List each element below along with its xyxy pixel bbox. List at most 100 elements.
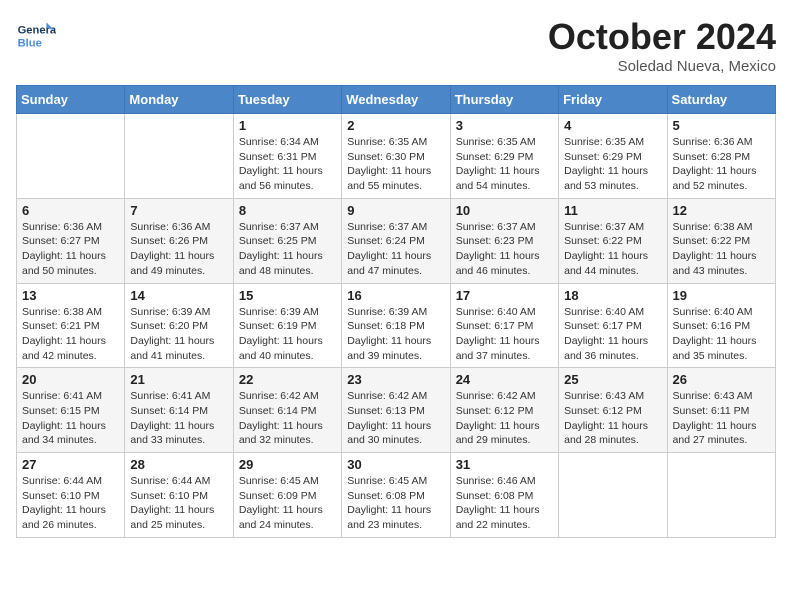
day-info: Sunrise: 6:36 AM Sunset: 6:28 PM Dayligh… <box>673 135 770 194</box>
day-info: Sunrise: 6:37 AM Sunset: 6:24 PM Dayligh… <box>347 220 444 279</box>
day-info: Sunrise: 6:34 AM Sunset: 6:31 PM Dayligh… <box>239 135 336 194</box>
day-info: Sunrise: 6:36 AM Sunset: 6:27 PM Dayligh… <box>22 220 119 279</box>
calendar-cell: 19 Sunrise: 6:40 AM Sunset: 6:16 PM Dayli… <box>667 283 775 368</box>
day-info: Sunrise: 6:38 AM Sunset: 6:21 PM Dayligh… <box>22 305 119 364</box>
day-number: 2 <box>347 118 444 133</box>
weekday-header-tuesday: Tuesday <box>233 86 341 114</box>
day-number: 26 <box>673 372 770 387</box>
title-block: October 2024 Soledad Nueva, Mexico <box>548 16 776 75</box>
calendar-cell: 28 Sunrise: 6:44 AM Sunset: 6:10 PM Dayli… <box>125 453 233 538</box>
day-info: Sunrise: 6:37 AM Sunset: 6:22 PM Dayligh… <box>564 220 661 279</box>
day-info: Sunrise: 6:36 AM Sunset: 6:26 PM Dayligh… <box>130 220 227 279</box>
calendar-week-row: 6 Sunrise: 6:36 AM Sunset: 6:27 PM Daylig… <box>17 198 776 283</box>
day-info: Sunrise: 6:37 AM Sunset: 6:25 PM Dayligh… <box>239 220 336 279</box>
calendar-cell: 23 Sunrise: 6:42 AM Sunset: 6:13 PM Dayli… <box>342 368 450 453</box>
calendar-cell: 25 Sunrise: 6:43 AM Sunset: 6:12 PM Dayli… <box>559 368 667 453</box>
logo: General Blue <box>16 16 60 56</box>
calendar-week-row: 27 Sunrise: 6:44 AM Sunset: 6:10 PM Dayli… <box>17 453 776 538</box>
day-number: 30 <box>347 457 444 472</box>
calendar-cell: 14 Sunrise: 6:39 AM Sunset: 6:20 PM Dayli… <box>125 283 233 368</box>
day-info: Sunrise: 6:44 AM Sunset: 6:10 PM Dayligh… <box>130 474 227 533</box>
day-number: 8 <box>239 203 336 218</box>
calendar-cell: 18 Sunrise: 6:40 AM Sunset: 6:17 PM Dayli… <box>559 283 667 368</box>
day-info: Sunrise: 6:39 AM Sunset: 6:18 PM Dayligh… <box>347 305 444 364</box>
day-info: Sunrise: 6:46 AM Sunset: 6:08 PM Dayligh… <box>456 474 553 533</box>
day-number: 20 <box>22 372 119 387</box>
day-number: 6 <box>22 203 119 218</box>
calendar-cell: 3 Sunrise: 6:35 AM Sunset: 6:29 PM Daylig… <box>450 114 558 199</box>
weekday-header-friday: Friday <box>559 86 667 114</box>
calendar-cell: 24 Sunrise: 6:42 AM Sunset: 6:12 PM Dayli… <box>450 368 558 453</box>
day-number: 3 <box>456 118 553 133</box>
day-number: 24 <box>456 372 553 387</box>
day-info: Sunrise: 6:43 AM Sunset: 6:11 PM Dayligh… <box>673 389 770 448</box>
calendar-cell: 27Sunrise: 6:44 AM Sunset: 6:10 PM Dayli… <box>17 453 125 538</box>
calendar-cell: 17Sunrise: 6:40 AM Sunset: 6:17 PM Dayli… <box>450 283 558 368</box>
day-number: 15 <box>239 288 336 303</box>
calendar-cell <box>559 453 667 538</box>
calendar-cell: 31Sunrise: 6:46 AM Sunset: 6:08 PM Dayli… <box>450 453 558 538</box>
day-info: Sunrise: 6:35 AM Sunset: 6:30 PM Dayligh… <box>347 135 444 194</box>
calendar-cell: 8 Sunrise: 6:37 AM Sunset: 6:25 PM Daylig… <box>233 198 341 283</box>
calendar-week-row: 13 Sunrise: 6:38 AM Sunset: 6:21 PM Dayli… <box>17 283 776 368</box>
calendar-cell: 9 Sunrise: 6:37 AM Sunset: 6:24 PM Daylig… <box>342 198 450 283</box>
day-number: 22 <box>239 372 336 387</box>
calendar-cell <box>17 114 125 199</box>
weekday-header-monday: Monday <box>125 86 233 114</box>
calendar-cell: 30 Sunrise: 6:45 AM Sunset: 6:08 PM Dayli… <box>342 453 450 538</box>
day-number: 25 <box>564 372 661 387</box>
day-number: 21 <box>130 372 227 387</box>
day-info: Sunrise: 6:37 AM Sunset: 6:23 PM Dayligh… <box>456 220 553 279</box>
day-number: 4 <box>564 118 661 133</box>
calendar-cell: 15 Sunrise: 6:39 AM Sunset: 6:19 PM Dayli… <box>233 283 341 368</box>
day-info: Sunrise: 6:40 AM Sunset: 6:17 PM Dayligh… <box>456 305 553 364</box>
day-info: Sunrise: 6:38 AM Sunset: 6:22 PM Dayligh… <box>673 220 770 279</box>
day-info: Sunrise: 6:35 AM Sunset: 6:29 PM Dayligh… <box>564 135 661 194</box>
calendar-week-row: 20Sunrise: 6:41 AM Sunset: 6:15 PM Dayli… <box>17 368 776 453</box>
calendar-cell: 4 Sunrise: 6:35 AM Sunset: 6:29 PM Daylig… <box>559 114 667 199</box>
calendar-cell: 16 Sunrise: 6:39 AM Sunset: 6:18 PM Dayli… <box>342 283 450 368</box>
day-info: Sunrise: 6:43 AM Sunset: 6:12 PM Dayligh… <box>564 389 661 448</box>
day-number: 13 <box>22 288 119 303</box>
day-info: Sunrise: 6:35 AM Sunset: 6:29 PM Dayligh… <box>456 135 553 194</box>
day-info: Sunrise: 6:41 AM Sunset: 6:14 PM Dayligh… <box>130 389 227 448</box>
calendar-cell: 7 Sunrise: 6:36 AM Sunset: 6:26 PM Daylig… <box>125 198 233 283</box>
svg-text:Blue: Blue <box>18 37 42 49</box>
day-info: Sunrise: 6:42 AM Sunset: 6:14 PM Dayligh… <box>239 389 336 448</box>
weekday-header-wednesday: Wednesday <box>342 86 450 114</box>
day-number: 9 <box>347 203 444 218</box>
calendar-cell: 10 Sunrise: 6:37 AM Sunset: 6:23 PM Dayli… <box>450 198 558 283</box>
day-number: 19 <box>673 288 770 303</box>
day-info: Sunrise: 6:40 AM Sunset: 6:17 PM Dayligh… <box>564 305 661 364</box>
day-info: Sunrise: 6:39 AM Sunset: 6:19 PM Dayligh… <box>239 305 336 364</box>
day-number: 28 <box>130 457 227 472</box>
calendar-cell: 5Sunrise: 6:36 AM Sunset: 6:28 PM Daylig… <box>667 114 775 199</box>
calendar-cell: 13 Sunrise: 6:38 AM Sunset: 6:21 PM Dayli… <box>17 283 125 368</box>
page-header: General Blue October 2024 Soledad Nueva,… <box>16 16 776 75</box>
day-number: 27 <box>22 457 119 472</box>
day-number: 10 <box>456 203 553 218</box>
day-number: 16 <box>347 288 444 303</box>
calendar-week-row: 1Sunrise: 6:34 AM Sunset: 6:31 PM Daylig… <box>17 114 776 199</box>
day-info: Sunrise: 6:42 AM Sunset: 6:12 PM Dayligh… <box>456 389 553 448</box>
day-number: 14 <box>130 288 227 303</box>
calendar-cell <box>125 114 233 199</box>
day-info: Sunrise: 6:45 AM Sunset: 6:08 PM Dayligh… <box>347 474 444 533</box>
calendar-cell: 22 Sunrise: 6:42 AM Sunset: 6:14 PM Dayli… <box>233 368 341 453</box>
day-number: 18 <box>564 288 661 303</box>
day-info: Sunrise: 6:39 AM Sunset: 6:20 PM Dayligh… <box>130 305 227 364</box>
calendar-cell: 1Sunrise: 6:34 AM Sunset: 6:31 PM Daylig… <box>233 114 341 199</box>
calendar-cell: 12 Sunrise: 6:38 AM Sunset: 6:22 PM Dayli… <box>667 198 775 283</box>
calendar-cell <box>667 453 775 538</box>
day-number: 23 <box>347 372 444 387</box>
day-number: 12 <box>673 203 770 218</box>
weekday-header-saturday: Saturday <box>667 86 775 114</box>
calendar-cell: 20Sunrise: 6:41 AM Sunset: 6:15 PM Dayli… <box>17 368 125 453</box>
day-number: 7 <box>130 203 227 218</box>
day-number: 11 <box>564 203 661 218</box>
day-info: Sunrise: 6:40 AM Sunset: 6:16 PM Dayligh… <box>673 305 770 364</box>
weekday-header-thursday: Thursday <box>450 86 558 114</box>
calendar-cell: 26 Sunrise: 6:43 AM Sunset: 6:11 PM Dayli… <box>667 368 775 453</box>
day-info: Sunrise: 6:42 AM Sunset: 6:13 PM Dayligh… <box>347 389 444 448</box>
calendar-cell: 21 Sunrise: 6:41 AM Sunset: 6:14 PM Dayli… <box>125 368 233 453</box>
